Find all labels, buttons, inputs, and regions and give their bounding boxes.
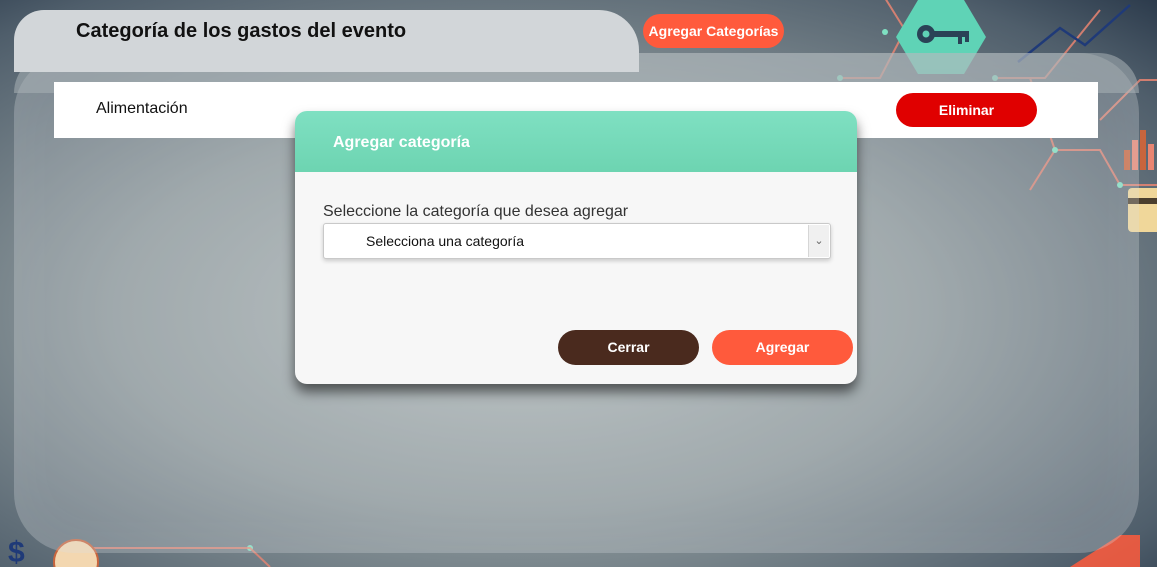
category-name: Alimentación — [96, 100, 188, 117]
delete-category-button[interactable]: Eliminar — [896, 93, 1037, 127]
category-select[interactable]: Selecciona una categoría ⌄ — [323, 223, 831, 259]
add-categories-button[interactable]: Agregar Categorías — [643, 14, 784, 48]
dollar-icon: $ — [8, 536, 25, 567]
chevron-down-icon[interactable]: ⌄ — [808, 225, 829, 257]
category-select-value: Selecciona una categoría — [366, 233, 524, 249]
add-button[interactable]: Agregar — [712, 330, 853, 365]
modal-header: Agregar categoría — [295, 111, 857, 172]
category-select-label: Seleccione la categoría que desea agrega… — [323, 203, 629, 220]
title-tab: Categoría de los gastos del evento — [14, 10, 639, 72]
modal-title: Agregar categoría — [333, 134, 470, 151]
add-category-modal: Agregar categoría Seleccione la categorí… — [295, 111, 857, 384]
page-title: Categoría de los gastos del evento — [76, 20, 407, 42]
close-button[interactable]: Cerrar — [558, 330, 699, 365]
